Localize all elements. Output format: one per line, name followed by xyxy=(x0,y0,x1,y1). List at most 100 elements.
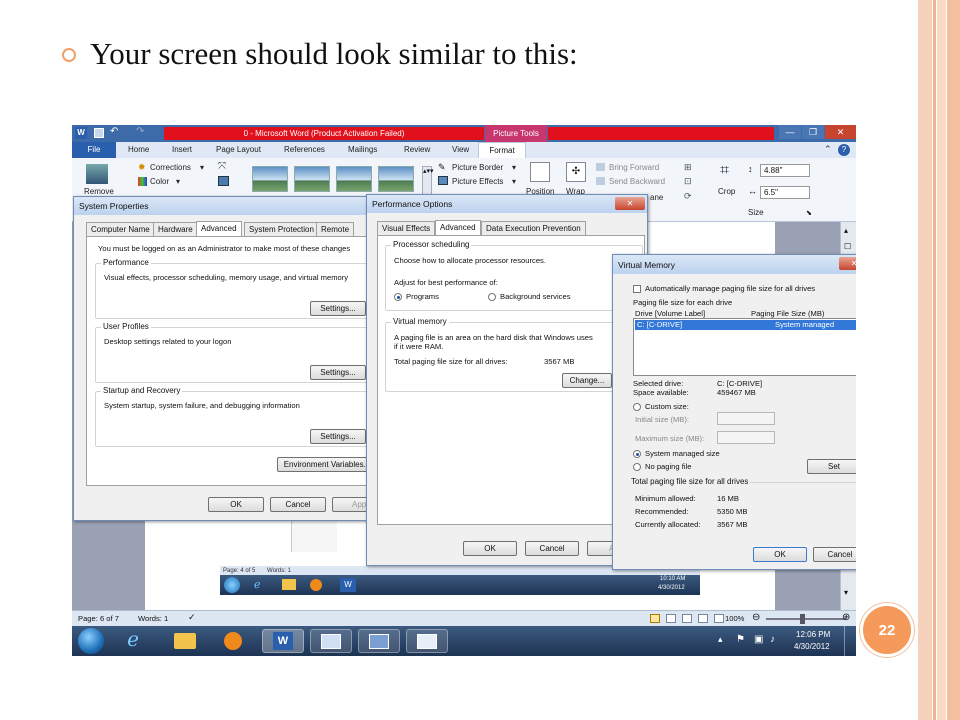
tab-references[interactable]: References xyxy=(284,145,325,154)
programs-radio[interactable] xyxy=(394,293,402,301)
inner-word-icon[interactable]: W xyxy=(340,578,356,592)
initial-size-input[interactable] xyxy=(717,412,775,425)
picture-effects-icon[interactable] xyxy=(438,176,448,185)
align-icon[interactable]: ⊞ xyxy=(684,162,692,173)
tab-advanced[interactable]: Advanced xyxy=(196,221,242,236)
inner-media-icon[interactable] xyxy=(310,579,322,591)
web-layout-icon[interactable] xyxy=(682,614,692,623)
dialog-launcher-icon[interactable]: ⬊ xyxy=(806,209,812,217)
remove-background-label[interactable]: Remove xyxy=(84,187,114,196)
taskbar-ie-icon[interactable]: ℯ xyxy=(116,629,150,653)
cancel-button[interactable]: Cancel xyxy=(525,541,579,556)
color-button[interactable]: Color xyxy=(150,177,169,186)
user-profiles-settings-button[interactable]: Settings... xyxy=(310,365,366,380)
wrap-text-icon[interactable]: ✣ xyxy=(566,162,586,182)
performance-settings-button[interactable]: Settings... xyxy=(310,301,366,316)
rotate-icon[interactable]: ⟳ xyxy=(684,191,692,202)
width-input[interactable]: 6.5" xyxy=(760,186,810,199)
picture-style-thumb[interactable] xyxy=(378,166,414,192)
picture-effects-button[interactable]: Picture Effects xyxy=(452,177,503,186)
bring-forward-button[interactable]: Bring Forward xyxy=(609,163,659,172)
programs-label[interactable]: Programs xyxy=(406,292,439,301)
startup-settings-button[interactable]: Settings... xyxy=(310,429,366,444)
zoom-slider-thumb[interactable] xyxy=(800,614,805,624)
tab-page-layout[interactable]: Page Layout xyxy=(216,145,261,154)
tab-format[interactable]: Format xyxy=(478,142,526,158)
tab-advanced[interactable]: Advanced xyxy=(435,220,481,235)
scroll-down-icon[interactable]: ▾ xyxy=(844,588,848,597)
close-icon[interactable]: ✕ xyxy=(839,257,856,270)
inner-ie-icon[interactable]: ℯ xyxy=(254,578,261,591)
corrections-icon[interactable]: ✹ xyxy=(138,162,146,173)
tab-insert[interactable]: Insert xyxy=(172,145,192,154)
drive-row-selected[interactable]: C: [C-DRIVE] System managed xyxy=(635,320,856,330)
collapse-ribbon-icon[interactable]: ⌃ xyxy=(824,144,832,155)
outline-icon[interactable] xyxy=(698,614,708,623)
picture-style-thumb[interactable] xyxy=(336,166,372,192)
action-center-icon[interactable]: ⚑ xyxy=(736,634,745,645)
tab-visual-effects[interactable]: Visual Effects xyxy=(377,221,436,235)
custom-size-label[interactable]: Custom size: xyxy=(645,402,689,411)
background-services-radio[interactable] xyxy=(488,293,496,301)
restore-button[interactable]: ❐ xyxy=(802,125,824,139)
picture-style-thumb[interactable] xyxy=(252,166,288,192)
send-backward-button[interactable]: Send Backward xyxy=(609,177,665,186)
no-paging-radio[interactable] xyxy=(633,463,641,471)
page-status[interactable]: Page: 6 of 7 xyxy=(78,614,119,623)
tab-view[interactable]: View xyxy=(452,145,469,154)
clock-date[interactable]: 4/30/2012 xyxy=(794,642,830,651)
taskbar-system-window-icon[interactable] xyxy=(310,629,352,653)
crop-icon[interactable]: ⌗ xyxy=(720,162,729,180)
close-icon[interactable]: ✕ xyxy=(615,197,645,210)
maximum-size-input[interactable] xyxy=(717,431,775,444)
taskbar-control-panel-icon[interactable] xyxy=(358,629,400,653)
compress-icon[interactable]: ⤧ xyxy=(218,161,226,172)
taskbar-explorer-icon[interactable] xyxy=(168,629,202,653)
styles-more-icon[interactable]: ▴▾▾ xyxy=(422,166,434,196)
ok-button[interactable]: OK xyxy=(753,547,807,562)
environment-variables-button[interactable]: Environment Variables... xyxy=(277,457,377,472)
taskbar-word-icon[interactable]: W xyxy=(262,629,304,653)
crop-button[interactable]: Crop xyxy=(718,187,735,196)
full-screen-icon[interactable] xyxy=(666,614,676,623)
inner-folder-icon[interactable] xyxy=(282,579,296,590)
taskbar-paint-icon[interactable] xyxy=(406,629,448,653)
inner-start-icon[interactable] xyxy=(224,577,240,593)
system-managed-label[interactable]: System managed size xyxy=(645,449,720,458)
picture-border-icon[interactable]: ✎ xyxy=(438,162,446,173)
height-input[interactable]: 4.88" xyxy=(760,164,810,177)
tab-review[interactable]: Review xyxy=(404,145,430,154)
show-desktop-button[interactable] xyxy=(844,626,856,656)
picture-style-thumb[interactable] xyxy=(294,166,330,192)
volume-icon[interactable]: ♪ xyxy=(770,634,775,645)
tab-data-execution-prevention[interactable]: Data Execution Prevention xyxy=(481,221,586,235)
start-button[interactable] xyxy=(78,628,104,654)
background-services-label[interactable]: Background services xyxy=(500,292,571,301)
words-status[interactable]: Words: 1 xyxy=(138,614,168,623)
tray-expand-icon[interactable]: ▴ xyxy=(718,634,723,645)
scroll-up-icon[interactable]: ▴ xyxy=(844,226,848,235)
tab-computer-name[interactable]: Computer Name xyxy=(86,222,155,236)
print-layout-icon[interactable] xyxy=(650,614,660,623)
no-paging-label[interactable]: No paging file xyxy=(645,462,691,471)
zoom-slider[interactable] xyxy=(766,618,846,620)
tab-file[interactable]: File xyxy=(72,142,116,158)
tab-system-protection[interactable]: System Protection xyxy=(244,222,319,236)
set-button[interactable]: Set xyxy=(807,459,856,474)
picture-border-button[interactable]: Picture Border xyxy=(452,163,503,172)
close-button[interactable]: ✕ xyxy=(825,125,856,139)
cancel-button[interactable]: Cancel xyxy=(813,547,856,562)
minimize-button[interactable]: — xyxy=(779,125,801,139)
color-icon[interactable] xyxy=(138,177,147,186)
custom-size-radio[interactable] xyxy=(633,403,641,411)
zoom-in-icon[interactable]: ⊕ xyxy=(842,612,850,623)
tab-mailings[interactable]: Mailings xyxy=(348,145,377,154)
change-button[interactable]: Change... xyxy=(562,373,612,388)
tab-home[interactable]: Home xyxy=(128,145,149,154)
group-icon[interactable]: ⊡ xyxy=(684,176,692,187)
zoom-out-icon[interactable]: ⊖ xyxy=(752,612,760,623)
save-icon[interactable] xyxy=(94,128,104,138)
selection-pane-button[interactable]: ane xyxy=(650,193,663,202)
draft-icon[interactable] xyxy=(714,614,724,623)
system-managed-radio[interactable] xyxy=(633,450,641,458)
